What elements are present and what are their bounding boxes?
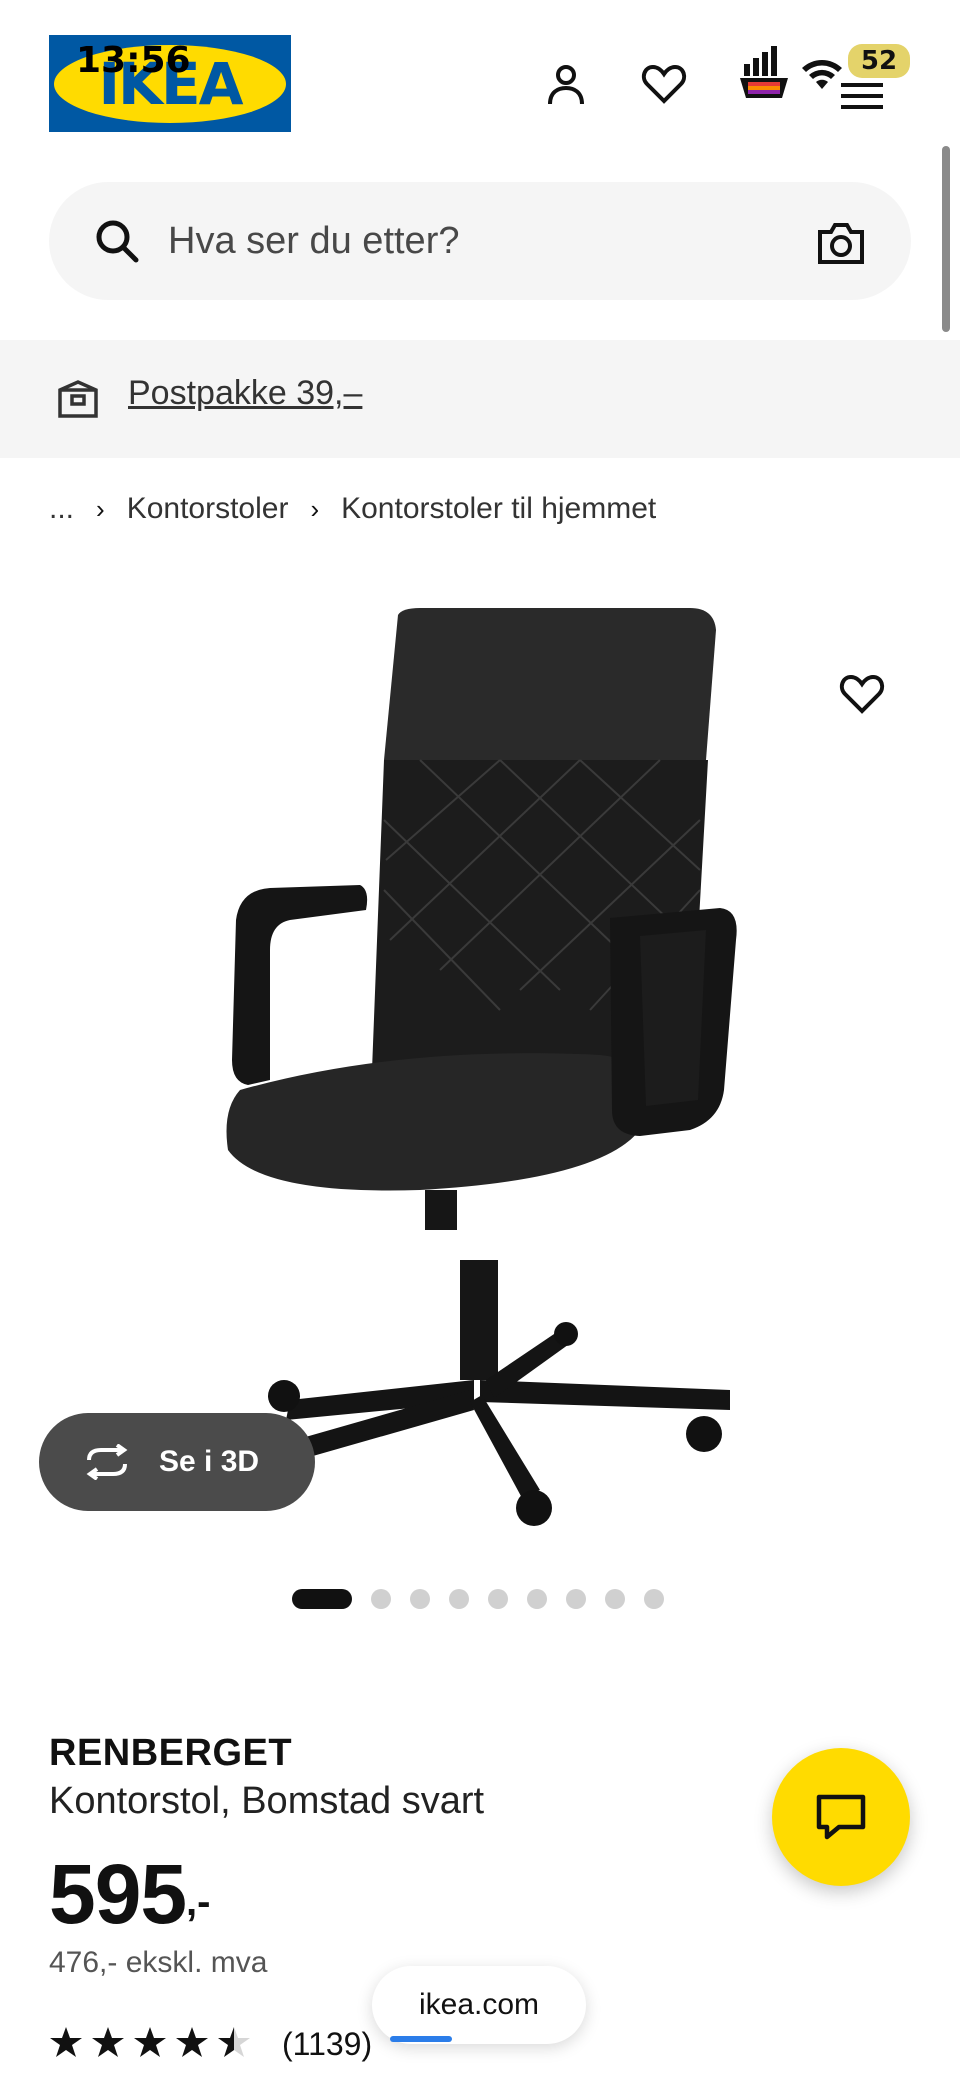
chevron-right-icon: › <box>96 493 105 524</box>
product-image[interactable] <box>0 590 960 1540</box>
carousel-dot[interactable] <box>644 1589 664 1609</box>
view-in-3d-button[interactable]: Se i 3D <box>39 1413 315 1511</box>
search-input[interactable]: Hva ser du etter? <box>168 220 459 263</box>
account-icon[interactable] <box>540 58 592 110</box>
carousel-dot[interactable] <box>566 1589 586 1609</box>
status-time: 13:56 <box>76 40 191 81</box>
cart-icon[interactable] <box>738 46 790 98</box>
browser-url-pill[interactable]: ikea.com <box>372 1966 586 2044</box>
chat-button[interactable] <box>772 1748 910 1886</box>
chat-bubble-icon <box>816 1794 866 1840</box>
page-load-progress <box>390 2036 452 2042</box>
search-icon <box>94 218 140 264</box>
carousel-dot[interactable] <box>371 1589 391 1609</box>
image-carousel-indicator[interactable] <box>292 1589 683 1609</box>
carousel-dot[interactable] <box>488 1589 508 1609</box>
camera-icon[interactable] <box>816 220 866 266</box>
page-scrollbar[interactable] <box>942 146 950 332</box>
star-icon <box>176 2027 208 2057</box>
price-suffix: ,- <box>186 1880 211 1924</box>
star-icon <box>134 2027 166 2057</box>
half-star-icon <box>218 2027 250 2057</box>
menu-icon[interactable] <box>836 70 888 122</box>
star-icon <box>92 2027 124 2057</box>
breadcrumb-item[interactable]: Kontorstoler til hjemmet <box>341 492 656 526</box>
breadcrumb-ellipsis[interactable]: ... <box>49 492 74 526</box>
product-description: Kontorstol, Bomstad svart <box>49 1780 485 1822</box>
rotate-3d-icon <box>86 1444 128 1480</box>
carousel-dot-active[interactable] <box>292 1589 352 1609</box>
carousel-dot[interactable] <box>410 1589 430 1609</box>
carousel-dot[interactable] <box>527 1589 547 1609</box>
package-icon <box>56 376 100 420</box>
breadcrumb-item[interactable]: Kontorstoler <box>127 492 289 526</box>
view-in-3d-label: Se i 3D <box>159 1445 260 1478</box>
breadcrumb: ... › Kontorstoler › Kontorstoler til hj… <box>49 492 656 526</box>
carousel-dot[interactable] <box>605 1589 625 1609</box>
product-price: 595 <box>49 1847 187 1941</box>
star-icon <box>50 2027 82 2057</box>
wishlist-icon[interactable] <box>638 58 690 110</box>
shipping-link[interactable]: Postpakke 39,– <box>128 374 362 413</box>
chevron-right-icon: › <box>310 493 320 524</box>
price-excl-vat: 476,- ekskl. mva <box>49 1946 268 1979</box>
product-name: RENBERGET <box>49 1732 293 1774</box>
rating-stars[interactable] <box>49 2026 259 2058</box>
carousel-dot[interactable] <box>449 1589 469 1609</box>
review-count[interactable]: (1139) <box>282 2026 372 2063</box>
add-to-wishlist-heart-icon[interactable] <box>832 664 892 724</box>
